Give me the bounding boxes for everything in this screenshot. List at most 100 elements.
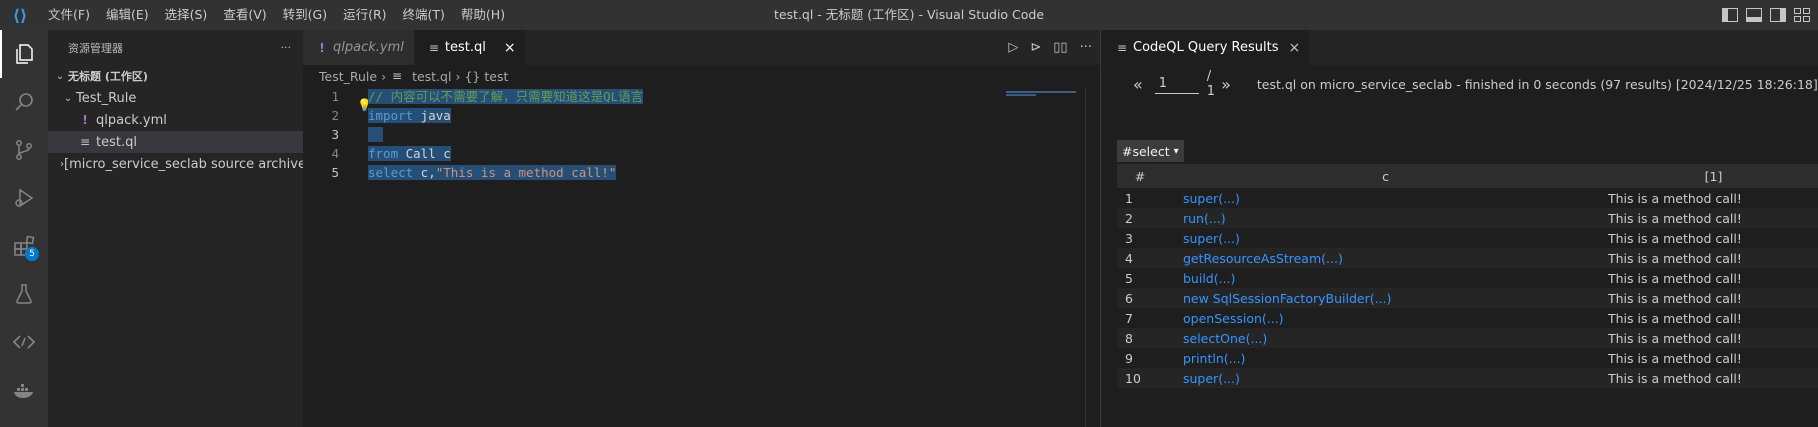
toggle-panel-icon[interactable] — [1746, 8, 1762, 22]
line-number-gutter: 1 2 3 4 5 — [303, 87, 347, 182]
testing-flask-icon[interactable] — [0, 270, 48, 318]
table-row: 2 run(...) This is a method call! — [1117, 208, 1818, 228]
workspace-row[interactable]: ⌄ 无标题 (工作区) — [48, 65, 303, 87]
codeql-icon[interactable] — [0, 318, 48, 366]
breadcrumb-file[interactable]: test.ql — [412, 69, 451, 84]
menu-go[interactable]: 转到(G) — [275, 0, 335, 30]
breadcrumb-separator-icon: › — [381, 68, 387, 84]
search-icon[interactable] — [0, 78, 48, 126]
archive-label: [micro_service_seclab source archive] — [64, 156, 312, 172]
row-index: 3 — [1117, 228, 1163, 248]
customize-layout-icon[interactable] — [1794, 8, 1810, 22]
menu-help[interactable]: 帮助(H) — [453, 0, 513, 30]
line-number: 3 — [331, 127, 339, 142]
code-line-2: import java — [368, 108, 451, 123]
table-row: 9 println(...) This is a method call! — [1117, 348, 1818, 368]
row-link[interactable]: selectOne(...) — [1163, 328, 1608, 348]
tab-codeql-query-results[interactable]: ≡ CodeQL Query Results × — [1101, 30, 1311, 65]
menu-run[interactable]: 运行(R) — [335, 0, 394, 30]
chevron-down-icon: ▾ — [1173, 145, 1179, 157]
extensions-icon[interactable]: 5 — [0, 222, 48, 270]
layout-controls — [1722, 0, 1818, 30]
row-index: 2 — [1117, 208, 1163, 228]
table-header-row: # c [1] — [1117, 164, 1818, 188]
tab-test-ql[interactable]: ≡ test.ql × — [414, 30, 527, 65]
explorer-more-button[interactable]: ··· — [281, 41, 292, 54]
table-row: 1 super(...) This is a method call! — [1117, 188, 1818, 208]
row-value: This is a method call! — [1608, 248, 1818, 268]
archive-row[interactable]: › [micro_service_seclab source archive] — [48, 153, 311, 175]
file-label: test.ql — [96, 134, 137, 150]
docker-icon[interactable] — [0, 366, 48, 414]
query-run-info: test.ql on micro_service_seclab - finish… — [1256, 76, 1818, 92]
row-link[interactable]: getResourceAsStream(...) — [1163, 248, 1608, 268]
title-bar: ⟨⟩ 文件(F) 编辑(E) 选择(S) 查看(V) 转到(G) 运行(R) 终… — [0, 0, 1818, 30]
ql-file-icon: ≡ — [79, 135, 91, 149]
row-index: 10 — [1117, 368, 1163, 388]
editor-actions: ▷ ⊳ ▯▯ ··· — [1008, 30, 1092, 65]
table-row: 3 super(...) This is a method call! — [1117, 228, 1818, 248]
line-number: 4 — [331, 146, 339, 161]
extensions-badge: 5 — [25, 247, 39, 261]
menu-view[interactable]: 查看(V) — [215, 0, 274, 30]
menu-file[interactable]: 文件(F) — [40, 0, 98, 30]
line-number: 5 — [331, 165, 339, 180]
code-line-4: from Call c — [368, 146, 451, 161]
explorer-icon[interactable] — [0, 30, 48, 78]
row-link[interactable]: build(...) — [1163, 268, 1608, 288]
result-set-select[interactable]: #select ▾ — [1117, 140, 1184, 162]
row-index: 7 — [1117, 308, 1163, 328]
close-icon[interactable]: × — [504, 40, 516, 56]
row-link[interactable]: run(...) — [1163, 208, 1608, 228]
menu-selection[interactable]: 选择(S) — [157, 0, 216, 30]
row-link[interactable]: super(...) — [1163, 228, 1608, 248]
row-index: 5 — [1117, 268, 1163, 288]
header-c[interactable]: c — [1163, 164, 1608, 188]
run-debug-icon[interactable] — [0, 174, 48, 222]
results-pager: « / 1 » test.ql on micro_service_seclab … — [1101, 68, 1818, 100]
file-row-test-ql[interactable]: ≡ test.ql — [48, 131, 303, 153]
menu-bar: 文件(F) 编辑(E) 选择(S) 查看(V) 转到(G) 运行(R) 终端(T… — [40, 0, 513, 30]
editor-scrollbar[interactable] — [1085, 87, 1100, 427]
menu-terminal[interactable]: 终端(T) — [395, 0, 453, 30]
header-1[interactable]: [1] — [1608, 164, 1818, 188]
run-query-alt-icon[interactable]: ⊳ — [1030, 40, 1041, 55]
row-link[interactable]: openSession(...) — [1163, 308, 1608, 328]
row-link[interactable]: new SqlSessionFactoryBuilder(...) — [1163, 288, 1608, 308]
menu-edit[interactable]: 编辑(E) — [98, 0, 157, 30]
header-index[interactable]: # — [1117, 164, 1163, 188]
tab-label: CodeQL Query Results — [1133, 40, 1279, 55]
close-icon[interactable]: × — [1288, 40, 1300, 56]
toggle-secondary-sidebar-icon[interactable] — [1770, 8, 1786, 22]
page-number-input[interactable] — [1154, 74, 1199, 94]
minimap[interactable] — [1006, 91, 1086, 101]
split-editor-icon[interactable]: ▯▯ — [1053, 40, 1067, 55]
toggle-primary-sidebar-icon[interactable] — [1722, 8, 1738, 22]
source-control-icon[interactable] — [0, 126, 48, 174]
more-actions-icon[interactable]: ··· — [1080, 40, 1092, 55]
row-link[interactable]: println(...) — [1163, 348, 1608, 368]
yaml-file-icon: ! — [319, 40, 325, 55]
ql-file-icon: ≡ — [1116, 40, 1128, 55]
run-query-icon[interactable]: ▷ — [1008, 40, 1018, 55]
folder-label: Test_Rule — [76, 90, 137, 106]
breadcrumb-symbol[interactable]: {} test — [464, 69, 508, 84]
breadcrumb-folder[interactable]: Test_Rule — [319, 69, 377, 84]
table-row: 7 openSession(...) This is a method call! — [1117, 308, 1818, 328]
file-row-qlpack[interactable]: ! qlpack.yml — [48, 109, 303, 131]
code-editor[interactable]: 1 2 3 4 5 💡 // 内容可以不需要了解，只需要知道这是QL语言 imp… — [303, 87, 1100, 427]
next-page-button[interactable]: » — [1221, 75, 1231, 94]
table-row: 8 selectOne(...) This is a method call! — [1117, 328, 1818, 348]
table-row: 4 getResourceAsStream(...) This is a metho… — [1117, 248, 1818, 268]
table-row: 6 new SqlSessionFactoryBuilder(...) This i… — [1117, 288, 1818, 308]
row-index: 9 — [1117, 348, 1163, 368]
row-value: This is a method call! — [1608, 348, 1818, 368]
folder-row-test-rule[interactable]: ⌄ Test_Rule — [48, 87, 303, 109]
explorer-title: 资源管理器 — [68, 41, 123, 55]
prev-page-button[interactable]: « — [1133, 75, 1143, 94]
tab-label: qlpack.yml — [333, 40, 404, 55]
row-index: 6 — [1117, 288, 1163, 308]
tab-qlpack-yml[interactable]: ! qlpack.yml — [303, 30, 415, 65]
row-link[interactable]: super(...) — [1163, 368, 1608, 388]
row-link[interactable]: super(...) — [1163, 188, 1608, 208]
